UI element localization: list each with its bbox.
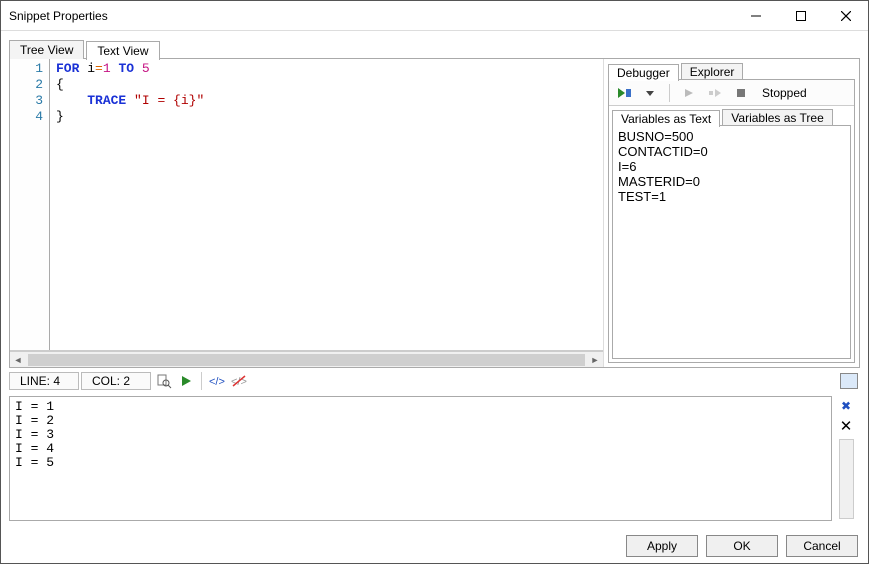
tab-variables-text[interactable]: Variables as Text [612, 110, 720, 127]
apply-button[interactable]: Apply [626, 535, 698, 557]
variable-line: I=6 [618, 159, 845, 174]
status-col: COL: 2 [81, 372, 151, 390]
line-number: 1 [12, 61, 43, 77]
output-line: I = 4 [15, 442, 826, 456]
variable-tabs: Variables as Text Variables as Tree [612, 109, 854, 126]
minimize-button[interactable] [733, 1, 778, 31]
code-editor: 1 2 3 4 FOR i=1 TO 5 { TRACE "I = {i}" }… [10, 59, 604, 367]
line-number: 2 [12, 77, 43, 93]
close-output-icon[interactable]: ✕ [840, 417, 853, 435]
debugger-toolbar: Stopped [609, 80, 854, 106]
status-line: LINE: 4 [9, 372, 79, 390]
dialog-buttons: Apply OK Cancel [1, 529, 868, 563]
titlebar: Snippet Properties [1, 1, 868, 31]
tab-variables-tree[interactable]: Variables as Tree [722, 109, 833, 126]
panel-toggle-icon[interactable] [840, 373, 858, 389]
output-line: I = 5 [15, 456, 826, 470]
step-icon[interactable] [705, 84, 725, 102]
variable-line: BUSNO=500 [618, 129, 845, 144]
stop-icon[interactable] [731, 84, 751, 102]
pin-icon[interactable]: ✖ [841, 399, 851, 413]
code-text[interactable]: FOR i=1 TO 5 { TRACE "I = {i}" } [50, 59, 603, 350]
variable-line: CONTACTID=0 [618, 144, 845, 159]
scroll-right-icon[interactable]: ► [587, 355, 603, 365]
line-number: 4 [12, 109, 43, 125]
variable-line: TEST=1 [618, 189, 845, 204]
tab-text-view[interactable]: Text View [86, 41, 159, 60]
continue-icon[interactable] [679, 84, 699, 102]
line-number: 3 [12, 93, 43, 109]
run-icon[interactable] [614, 84, 634, 102]
scroll-thumb[interactable] [28, 354, 585, 366]
line-gutter: 1 2 3 4 [10, 59, 50, 350]
code-tag-disabled-icon[interactable]: </> [229, 372, 249, 390]
variables-box[interactable]: BUSNO=500 CONTACTID=0 I=6 MASTERID=0 TES… [612, 125, 851, 359]
editor-hscrollbar[interactable]: ◄ ► [10, 351, 603, 367]
find-icon[interactable] [154, 372, 174, 390]
debugger-status: Stopped [762, 86, 807, 100]
tab-explorer[interactable]: Explorer [681, 63, 744, 80]
output-console[interactable]: I = 1 I = 2 I = 3 I = 4 I = 5 [9, 396, 832, 521]
editor-statusbar: LINE: 4 COL: 2 </> </> [9, 370, 860, 392]
output-line: I = 1 [15, 400, 826, 414]
run-script-icon[interactable] [176, 372, 196, 390]
code-tag-icon[interactable]: </> [207, 372, 227, 390]
maximize-button[interactable] [778, 1, 823, 31]
ok-button[interactable]: OK [706, 535, 778, 557]
window-title: Snippet Properties [9, 9, 108, 23]
dropdown-icon[interactable] [640, 84, 660, 102]
debugger-tabs: Debugger Explorer [608, 63, 855, 80]
tab-tree-view[interactable]: Tree View [9, 40, 84, 59]
scroll-left-icon[interactable]: ◄ [10, 355, 26, 365]
close-button[interactable] [823, 1, 868, 31]
variable-line: MASTERID=0 [618, 174, 845, 189]
view-tabs: Tree View Text View [9, 37, 860, 59]
output-line: I = 3 [15, 428, 826, 442]
svg-text:</>: </> [209, 376, 225, 388]
tab-debugger[interactable]: Debugger [608, 64, 679, 81]
cancel-button[interactable]: Cancel [786, 535, 858, 557]
output-vscrollbar[interactable] [839, 439, 854, 519]
output-line: I = 2 [15, 414, 826, 428]
